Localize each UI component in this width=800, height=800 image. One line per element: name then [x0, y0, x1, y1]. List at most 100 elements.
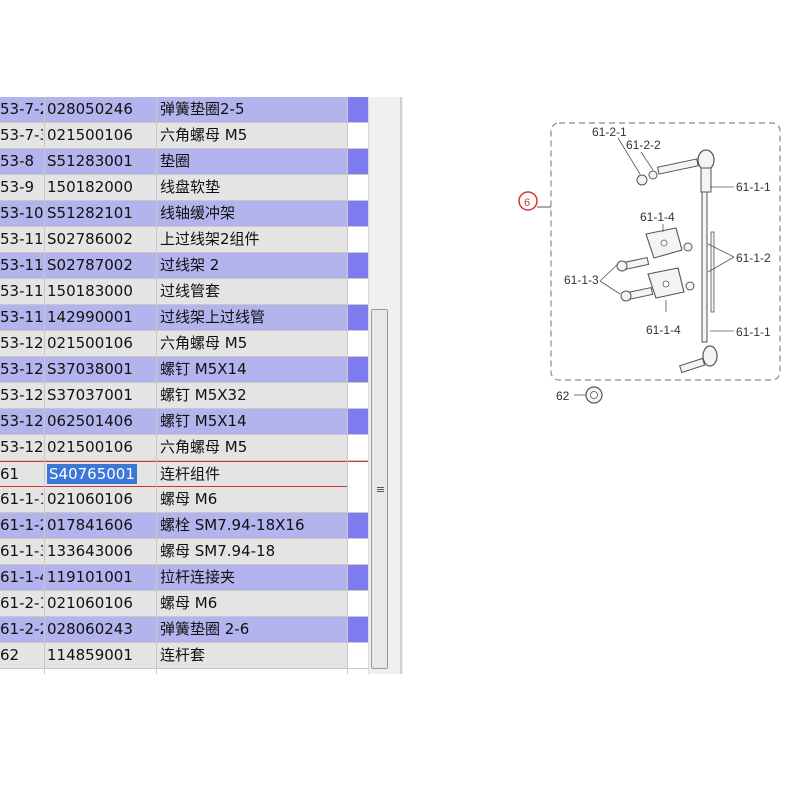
part-code-cell[interactable]: S51282101	[45, 201, 153, 226]
sleeve-62-inner	[590, 391, 598, 399]
table-row[interactable]: 61-2-2028060243 弹簧垫圈 2-6	[0, 617, 368, 643]
table-row[interactable]: 61-1-4119101001 拉杆连接夹	[0, 565, 368, 591]
vertical-scrollbar[interactable]: ≡	[368, 97, 403, 674]
table-row[interactable]: 53-12-S37037001 螺钉 M5X32	[0, 383, 368, 409]
table-row[interactable]: 53-11-142990001 过线架上过线管	[0, 305, 368, 331]
part-name-cell: 螺栓 SM7.94-18X16	[160, 516, 305, 534]
part-name-cell: 六角螺母 M5	[160, 334, 248, 352]
label-61-2-1[interactable]: 61-2-1	[592, 125, 627, 139]
part-code-cell[interactable]: S37037001	[45, 383, 153, 408]
bolt-61-1-3-upper-head	[616, 260, 628, 272]
part-code-cell[interactable]: 028060243	[45, 617, 153, 642]
part-code-cell[interactable]: 017841606	[45, 513, 153, 538]
part-code-cell[interactable]: 150183000	[45, 279, 153, 304]
table-row[interactable]: 61 S40765001 连杆组件	[0, 461, 368, 487]
row-extra-cell	[348, 253, 368, 278]
label-61-2-2[interactable]: 61-2-2	[626, 138, 661, 152]
part-code-cell[interactable]: S02786002	[45, 227, 153, 252]
column-separator	[44, 97, 45, 674]
label-61-1-3[interactable]: 61-1-3	[564, 273, 599, 287]
rod-end-top-body	[700, 167, 712, 193]
row-extra-cell	[348, 149, 368, 174]
bolt-61-1-3-lower-head	[620, 290, 632, 302]
part-no-cell: 62	[0, 646, 20, 664]
part-no-cell: 61-2-2	[0, 620, 43, 638]
table-row[interactable]: 53-7-2028050246 弹簧垫圈2-5	[0, 97, 368, 123]
row-extra-cell	[348, 97, 368, 122]
pane-splitter[interactable]	[400, 97, 402, 674]
selected-code-text[interactable]: S40765001	[47, 464, 137, 484]
label-61-1-1-top[interactable]: 61-1-1	[736, 180, 771, 194]
table-row[interactable]: 61-2-1021060106 螺母 M6	[0, 591, 368, 617]
rod-end-bottom-bolt	[679, 357, 706, 374]
table-row[interactable]: 61-1-1021060106 螺母 M6	[0, 487, 368, 513]
part-code-cell[interactable]: 021060106	[45, 487, 153, 512]
part-code-cell[interactable]: 021060106	[45, 591, 153, 616]
part-code-cell[interactable]: 142990001	[45, 305, 153, 330]
table-row[interactable]: 53-10 S51282101 线轴缓冲架	[0, 201, 368, 227]
callout-label: 6	[524, 197, 530, 209]
clamp-lower-hole	[662, 280, 670, 288]
part-no-cell: 53-11-	[0, 282, 43, 300]
table-row[interactable]: 61-1-2017841606 螺栓 SM7.94-18X16	[0, 513, 368, 539]
part-name-cell: 弹簧垫圈 2-6	[160, 620, 250, 638]
part-name-cell: 螺钉 M5X14	[160, 412, 247, 430]
table-row[interactable]: 53-11 S02786002 上过线架2组件	[0, 227, 368, 253]
part-no-cell: 53-12-	[0, 412, 43, 430]
part-name-cell: 螺母 M6	[160, 490, 218, 508]
leader-61-1-3-b	[599, 280, 621, 295]
table-row[interactable]: 61-1-3133643006 螺母 SM7.94-18	[0, 539, 368, 565]
part-code-cell[interactable]: 021500106	[45, 123, 153, 148]
table-row[interactable]: 53-12-S37038001 螺钉 M5X14	[0, 357, 368, 383]
scrollbar-thumb[interactable]: ≡	[371, 309, 388, 669]
nut-61-2-1	[636, 174, 648, 186]
row-extra-cell	[348, 357, 368, 382]
table-row[interactable]: 53-11-S02787002 过线架 2	[0, 253, 368, 279]
label-62[interactable]: 62	[556, 389, 570, 403]
part-no-cell: 53-7-3	[0, 126, 43, 144]
part-code-cell[interactable]: 021500106	[45, 435, 153, 460]
part-code-cell[interactable]: S02787002	[45, 253, 153, 278]
part-code-cell[interactable]: 028050246	[45, 97, 153, 122]
part-no-cell: 53-12-	[0, 386, 43, 404]
table-row[interactable]: 53-12-021500106 六角螺母 M5	[0, 435, 368, 461]
part-code-cell[interactable]: S37038001	[45, 357, 153, 382]
part-name-cell: 线轴缓冲架	[160, 204, 236, 222]
part-name-cell: 拉杆连接夹	[160, 568, 236, 586]
part-code-cell[interactable]: 021500106	[45, 331, 153, 356]
clamp-upper-hole	[660, 239, 668, 247]
label-61-1-4-top[interactable]: 61-1-4	[640, 210, 675, 224]
part-code-cell[interactable]: 114859001	[45, 643, 153, 668]
part-name-cell: 上过线架2组件	[160, 230, 260, 248]
table-row[interactable]: 53-8 S51283001 垫圈	[0, 149, 368, 175]
exploded-parts-diagram: 6 61-2-1 61-2-2 61-1-1 61-1-4 61-1-2 61-…	[518, 122, 781, 404]
clamp-upper-nut	[683, 242, 693, 252]
table-row[interactable]: 62 114859001 连杆套	[0, 643, 368, 669]
table-row[interactable]: 53-11-150183000 过线管套	[0, 279, 368, 305]
part-no-cell: 53-11	[0, 230, 43, 248]
row-extra-cell	[348, 435, 368, 460]
label-61-1-4-bottom[interactable]: 61-1-4	[646, 323, 681, 337]
table-row[interactable]: 53-12-021500106 六角螺母 M5	[0, 331, 368, 357]
part-name-cell: 螺母 SM7.94-18	[160, 542, 276, 560]
leader-61-1-3-a	[599, 263, 619, 282]
part-name-cell: 六角螺母 M5	[160, 438, 248, 456]
row-extra-cell	[348, 409, 368, 434]
column-separator	[347, 97, 348, 674]
part-code-cell[interactable]: S40765001	[45, 462, 153, 487]
row-extra-cell	[348, 617, 368, 642]
table-row[interactable]: 53-9 150182000 线盘软垫	[0, 175, 368, 201]
part-code-cell[interactable]: 062501406	[45, 409, 153, 434]
part-code-cell[interactable]: 119101001	[45, 565, 153, 590]
part-code-cell[interactable]: S51283001	[45, 149, 153, 174]
part-code-cell[interactable]: 133643006	[45, 539, 153, 564]
label-61-1-2[interactable]: 61-1-2	[736, 251, 771, 265]
part-code-cell[interactable]: 150182000	[45, 175, 153, 200]
label-61-1-1-bottom[interactable]: 61-1-1	[736, 325, 771, 339]
table-row[interactable]: 53-12-062501406 螺钉 M5X14	[0, 409, 368, 435]
part-no-cell: 61-2-1	[0, 594, 43, 612]
row-extra-cell	[348, 513, 368, 538]
rod-end-bottom	[702, 345, 718, 367]
table-row[interactable]: 53-7-3021500106 六角螺母 M5	[0, 123, 368, 149]
row-extra-cell	[348, 331, 368, 356]
